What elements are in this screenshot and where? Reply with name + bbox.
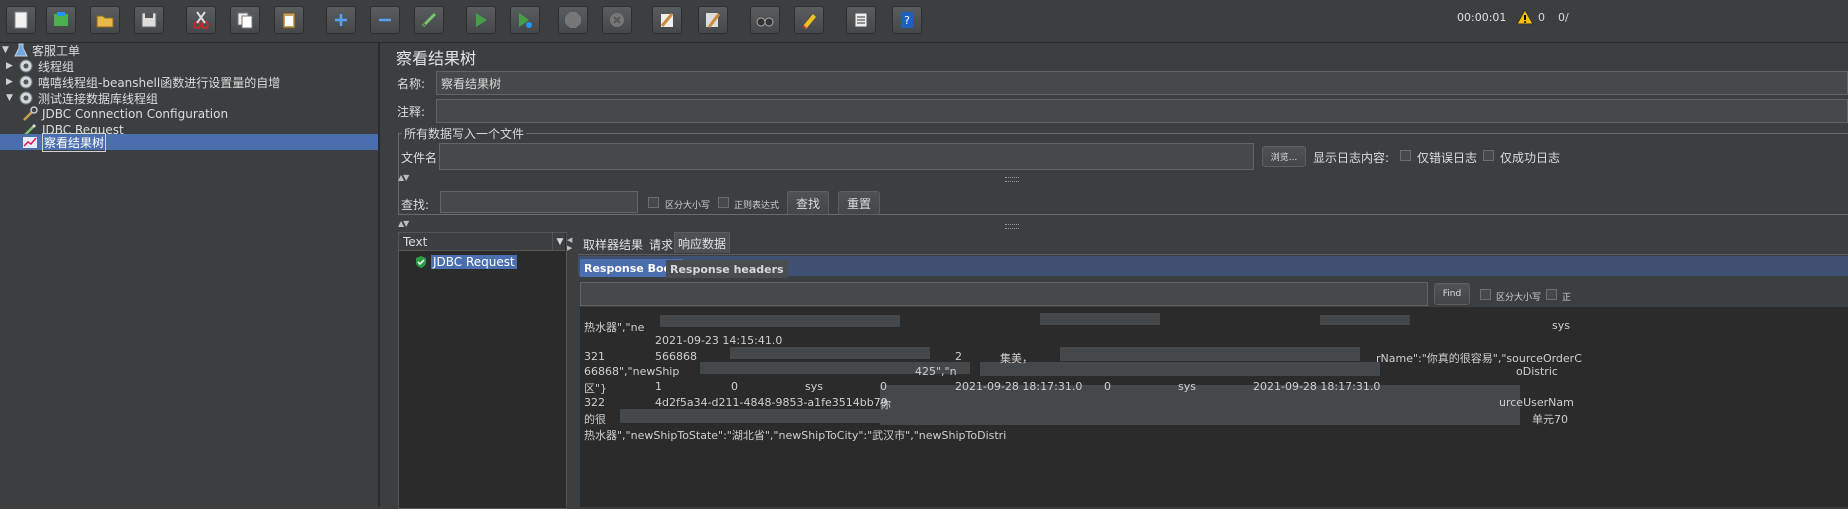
file-group-legend: 所有数据写入一个文件 (402, 125, 527, 142)
shutdown-icon[interactable] (602, 6, 632, 34)
wrench-icon (23, 106, 38, 121)
save-icon[interactable] (134, 6, 164, 34)
elapsed-timer: 00:00:01 (1457, 11, 1507, 24)
clear-all-icon[interactable] (698, 6, 728, 34)
tree-node-beanshell-thread-group[interactable]: ▶ 嘻嘻线程组-beanshell函数进行设置量的自增 (6, 74, 280, 90)
test-plan-icon (14, 43, 28, 57)
response-line: 2021-09-23 14:15:41.0 (655, 334, 783, 347)
copy-icon[interactable] (230, 6, 260, 34)
warning-count: 0 (1538, 10, 1545, 24)
response-case-label: 区分大小写 (1496, 293, 1542, 303)
new-icon[interactable] (6, 6, 36, 34)
response-find-button[interactable]: Find (1434, 283, 1470, 305)
success-only-label: 仅成功日志 (1500, 151, 1561, 165)
result-detail: 取样器结果 请求 响应数据 Response Body Response hea… (578, 232, 1848, 507)
response-find-input[interactable] (580, 282, 1428, 306)
gear-icon (19, 91, 33, 105)
regex-label: 正则表达式 (734, 201, 780, 211)
clear-icon[interactable] (652, 6, 682, 34)
success-shield-icon (416, 256, 426, 268)
start-icon[interactable] (466, 6, 496, 34)
response-line: 的很 单元70 (584, 413, 1568, 426)
subtab-response-headers[interactable]: Response headers (666, 260, 788, 278)
warning-icon (1516, 9, 1534, 25)
filename-label: 文件名 (401, 151, 438, 165)
gear-icon (19, 59, 33, 73)
active-threads: 0/ (1558, 11, 1569, 24)
function-helper-icon[interactable] (846, 6, 876, 34)
browse-button[interactable]: 浏览... (1262, 146, 1306, 167)
search-label: 查找: (401, 198, 430, 212)
expand-toggle-icon[interactable]: ▼ (2, 45, 10, 55)
success-only-checkbox[interactable] (1483, 150, 1494, 161)
tree-node-view-results-tree[interactable]: 察看结果树 (0, 132, 378, 152)
results-column-header[interactable]: Text (399, 233, 565, 251)
stop-icon[interactable] (558, 6, 588, 34)
tab-sampler-result[interactable]: 取样器结果 (580, 234, 646, 254)
tree-node-jdbc-connection-config[interactable]: JDBC Connection Configuration (22, 106, 228, 122)
warning-indicator[interactable]: 0 (1516, 9, 1545, 25)
expand-all-icon[interactable] (326, 6, 356, 34)
result-item[interactable]: JDBC Request (415, 255, 517, 269)
response-regex-label: 正 (1562, 293, 1572, 303)
test-plan-tree: ▼ 客服工单 ▶ 线程组 ▶ 嘻嘻线程组-beanshell函数进行设置量的自增… (0, 43, 380, 507)
svg-text:?: ? (904, 14, 910, 27)
splitter-arrows-icon[interactable]: ▲▼ (398, 173, 409, 182)
gear-icon (19, 75, 33, 89)
search-icon[interactable] (750, 6, 780, 34)
main-toolbar: ? (0, 0, 1848, 43)
splitter-grip[interactable] (1005, 177, 1019, 182)
tab-response-data[interactable]: 响应数据 (674, 232, 731, 253)
filename-field[interactable] (439, 143, 1254, 170)
templates-icon[interactable] (46, 6, 76, 34)
case-sensitive-label: 区分大小写 (665, 201, 711, 211)
response-regex-checkbox[interactable] (1546, 289, 1557, 300)
toggle-icon[interactable] (414, 6, 444, 34)
log-display-label: 显示日志内容: (1313, 151, 1390, 165)
splitter-arrows-icon[interactable]: ▲▼ (398, 219, 409, 228)
response-line: 区"} 1 0 sys 0 2021-09-28 18:17:31.0 0 sy… (584, 380, 1381, 395)
splitter-grip[interactable] (1005, 224, 1019, 229)
vertical-splitter[interactable]: ◀ ▶ (566, 232, 575, 507)
listener-panel: 察看结果树 名称: 察看结果树 注释: 所有数据写入一个文件 文件名 浏览...… (388, 43, 1848, 509)
response-line: 热水器","newShipToState":"湖北省","newShipToCi… (584, 429, 1007, 442)
name-label: 名称: (397, 77, 426, 91)
response-case-checkbox[interactable] (1480, 289, 1491, 300)
tab-request[interactable]: 请求 (646, 234, 676, 254)
response-line: 321 566868 2 集美， rName":"你真的很容易","source… (584, 350, 1582, 365)
open-icon[interactable] (90, 6, 120, 34)
chart-icon (23, 137, 37, 148)
name-field[interactable]: 察看结果树 (436, 71, 1848, 95)
reset-button[interactable]: 重置 (838, 191, 880, 215)
collapse-toggle-icon[interactable]: ▶ (6, 77, 14, 87)
response-body-text[interactable]: 热水器","ne sys 2021-09-23 14:15:41.0 321 5… (580, 307, 1848, 507)
case-sensitive-checkbox[interactable] (648, 197, 659, 208)
paste-icon[interactable] (274, 6, 304, 34)
search-button[interactable]: 查找 (787, 191, 829, 215)
tree-node-test-plan[interactable]: ▼ 客服工单 (2, 42, 80, 58)
search-input[interactable] (440, 191, 638, 213)
reset-search-icon[interactable] (794, 6, 824, 34)
errors-only-checkbox[interactable] (1400, 150, 1411, 161)
cut-icon[interactable] (186, 6, 216, 34)
comment-label: 注释: (397, 105, 426, 119)
response-line: 322 4d2f5a34-d211-4848-9853-a1fe3514bb79… (584, 396, 1574, 411)
tree-node-db-thread-group[interactable]: ▼ 测试连接数据库线程组 (6, 90, 158, 106)
start-no-pauses-icon[interactable] (510, 6, 540, 34)
errors-only-label: 仅错误日志 (1417, 151, 1478, 165)
regex-checkbox[interactable] (718, 197, 729, 208)
tree-node-thread-group[interactable]: ▶ 线程组 (6, 58, 74, 74)
response-line: 热水器","ne sys (584, 319, 1570, 334)
results-list: Text ▼ JDBC Request (398, 232, 567, 509)
comment-field[interactable] (436, 99, 1848, 123)
page-title: 察看结果树 (396, 49, 477, 68)
response-line: 66868","newShip 425","n oDistric (584, 365, 1558, 378)
help-icon[interactable]: ? (892, 6, 922, 34)
chevron-down-icon[interactable]: ▼ (552, 233, 567, 251)
expand-toggle-icon[interactable]: ▼ (6, 93, 14, 103)
collapse-toggle-icon[interactable]: ▶ (6, 61, 14, 71)
collapse-all-icon[interactable] (370, 6, 400, 34)
